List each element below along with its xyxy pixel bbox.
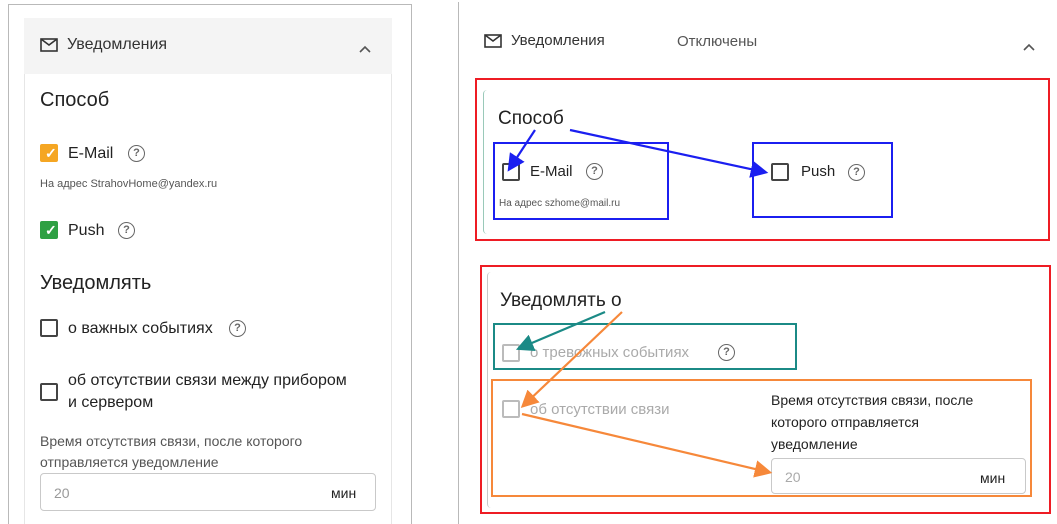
arrow-to-push xyxy=(569,128,769,178)
arrow-to-email xyxy=(507,129,536,172)
arrow-to-delay-input xyxy=(521,412,773,478)
annotation-arrows xyxy=(507,128,773,478)
arrow-to-alarm xyxy=(515,310,606,351)
